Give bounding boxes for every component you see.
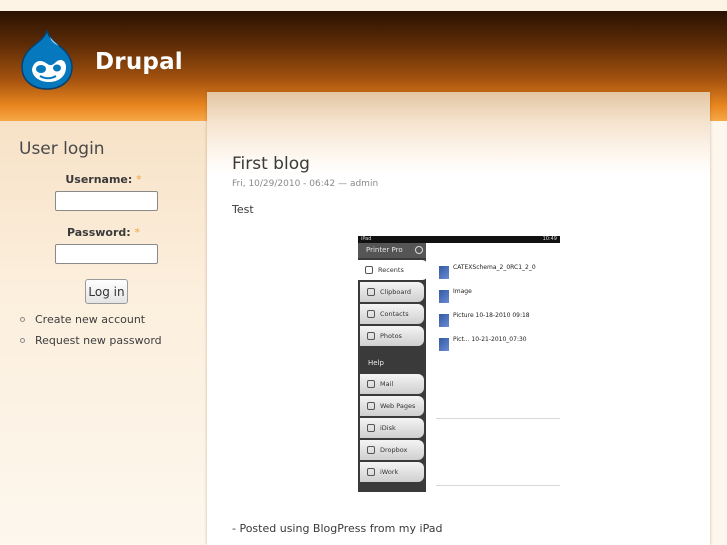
ipad-status-left: iPad: [361, 236, 372, 242]
post-title[interactable]: First blog: [232, 154, 310, 174]
ipad-tab-label: iDisk: [380, 424, 396, 432]
ipad-tab: Recents: [358, 260, 428, 280]
image-file-icon: [439, 314, 449, 327]
ipad-tab-label: Clipboard: [380, 288, 412, 296]
site-name[interactable]: Drupal: [95, 49, 183, 75]
gear-icon: [415, 246, 423, 254]
ipad-tab-label: Web Pages: [380, 402, 416, 410]
ipad-tab-label: Dropbox: [380, 446, 408, 454]
ipad-file-name: CATEXSchema_2_0RC1_2_0: [453, 264, 536, 271]
bullet-icon: [20, 317, 25, 322]
post-body: Test: [232, 203, 254, 216]
ipad-tab-label: Photos: [380, 332, 402, 340]
ipad-file-list: CATEXSchema_2_0RC1_2_0 Image Picture 10-…: [436, 264, 560, 360]
create-account-link[interactable]: Create new account: [20, 309, 162, 330]
ipad-tab-label: Contacts: [380, 310, 409, 318]
post-meta: Fri, 10/29/2010 - 06:42 — admin: [232, 179, 379, 189]
ipad-file-name: Picture 10-18-2010 09:18: [453, 312, 530, 319]
clock-icon: [365, 266, 373, 274]
ipad-divider: [436, 485, 560, 486]
contacts-icon: [367, 310, 375, 318]
bullet-icon: [20, 338, 25, 343]
ipad-file-item: Picture 10-18-2010 09:18: [436, 312, 560, 336]
ipad-tab-label: iWork: [380, 468, 399, 476]
ipad-file-item: CATEXSchema_2_0RC1_2_0: [436, 264, 560, 288]
ipad-tab: Photos: [360, 326, 424, 346]
iwork-icon: [367, 468, 375, 476]
ipad-tab: iWork: [360, 462, 424, 482]
ipad-app-title-text: Printer Pro: [366, 246, 403, 254]
create-account-text[interactable]: Create new account: [35, 313, 145, 326]
ipad-tab: Web Pages: [360, 396, 424, 416]
required-mark: *: [136, 173, 142, 186]
request-password-link[interactable]: Request new password: [20, 330, 162, 351]
ipad-tab-label: Mail: [380, 380, 394, 388]
password-label: Password: *: [0, 226, 207, 239]
ipad-tab-label: Recents: [378, 266, 404, 274]
ipad-file-item: Pict... 10-21-2010_07:30: [436, 336, 560, 360]
user-login-title: User login: [19, 139, 105, 159]
ipad-sidebar: Printer Pro Recents Clipboard Contacts P…: [358, 243, 428, 492]
login-button[interactable]: Log in: [85, 279, 128, 304]
ipad-screenshot: iPad 10:49 Printer Pro Recents Clipboard…: [358, 236, 560, 492]
ipad-tab: Dropbox: [360, 440, 424, 460]
password-input[interactable]: [55, 244, 158, 264]
image-file-icon: [439, 338, 449, 351]
post-footer: - Posted using BlogPress from my iPad: [232, 522, 443, 535]
ipad-file-name: Image: [453, 288, 472, 295]
ipad-divider: [436, 418, 560, 419]
login-links: Create new account Request new password: [20, 309, 162, 351]
ipad-tab: Clipboard: [360, 282, 424, 302]
cloud-icon: [367, 424, 375, 432]
ipad-status-bar: iPad 10:49: [358, 236, 560, 243]
top-strip: [0, 0, 727, 11]
ipad-tab: iDisk: [360, 418, 424, 438]
username-input[interactable]: [55, 191, 158, 211]
dropbox-icon: [367, 446, 375, 454]
ipad-tab: Contacts: [360, 304, 424, 324]
mail-icon: [367, 380, 375, 388]
sidebar: User login Username: * Password: * Log i…: [0, 121, 207, 545]
photos-icon: [367, 332, 375, 340]
password-label-text: Password:: [66, 226, 131, 239]
drupal-logo-icon[interactable]: [20, 29, 74, 91]
ipad-file-name: Pict... 10-21-2010_07:30: [453, 336, 527, 343]
globe-icon: [367, 402, 375, 410]
username-label-text: Username:: [65, 173, 133, 186]
ipad-file-item: Image: [436, 288, 560, 312]
ipad-tab: Mail: [360, 374, 424, 394]
required-mark: *: [134, 226, 141, 239]
ipad-status-time: 10:49: [542, 236, 557, 242]
ipad-help-section: Help: [368, 359, 384, 367]
document-icon: [439, 266, 449, 279]
request-password-text[interactable]: Request new password: [35, 334, 162, 347]
ipad-app-title: Printer Pro: [358, 243, 426, 258]
main-content: First blog Fri, 10/29/2010 - 06:42 — adm…: [207, 92, 710, 545]
clipboard-icon: [367, 288, 375, 296]
username-label: Username: *: [0, 173, 207, 186]
image-file-icon: [439, 290, 449, 303]
